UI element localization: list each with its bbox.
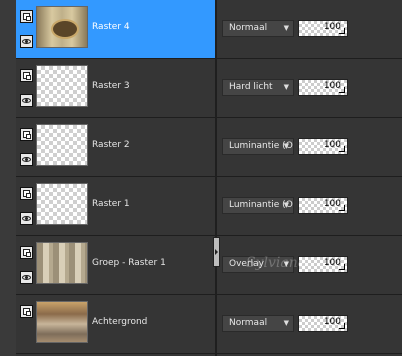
layer-name-area[interactable]: Raster 2 bbox=[16, 118, 216, 176]
layer-properties: Normaal ▼ 100 bbox=[216, 0, 402, 58]
layer-thumbnail bbox=[36, 242, 88, 284]
layer-type-icon bbox=[20, 305, 33, 318]
layer-thumbnail bbox=[36, 6, 88, 48]
layer-name: Achtergrond bbox=[92, 317, 148, 327]
layer-properties: Normaal ▼ 100 bbox=[216, 295, 402, 353]
layer-name-area[interactable]: Groep - Raster 1 bbox=[16, 236, 216, 294]
layer-properties: Luminantie (O) ▼ 100 bbox=[216, 118, 402, 176]
visibility-eye-icon[interactable] bbox=[20, 94, 33, 107]
opacity-value: 100 bbox=[323, 258, 341, 268]
blend-mode-value: Normaal bbox=[229, 318, 268, 328]
opacity-value: 100 bbox=[323, 140, 341, 150]
layer-row-groep-raster-1[interactable]: Groep - Raster 1 Overlay ▼ 100 bbox=[16, 236, 402, 295]
layer-name-area[interactable]: Achtergrond bbox=[16, 295, 216, 353]
layer-properties: Overlay ▼ 100 bbox=[216, 236, 402, 294]
layer-name-area[interactable]: Raster 4 bbox=[16, 0, 216, 58]
layer-type-icon bbox=[20, 128, 33, 141]
blend-mode-value: Normaal bbox=[229, 23, 268, 33]
layer-properties: Luminantie (O) ▼ 100 bbox=[216, 177, 402, 235]
layer-name: Raster 2 bbox=[92, 140, 130, 150]
visibility-eye-icon[interactable] bbox=[20, 153, 33, 166]
layer-thumbnail bbox=[36, 124, 88, 166]
panel-divider[interactable] bbox=[215, 0, 217, 356]
blend-mode-dropdown[interactable]: Luminantie (O) ▼ bbox=[222, 138, 294, 155]
layer-name: Raster 4 bbox=[92, 22, 130, 32]
emblem-icon bbox=[51, 19, 79, 39]
layer-name: Raster 1 bbox=[92, 199, 130, 209]
blend-mode-value: Hard licht bbox=[229, 82, 273, 92]
chevron-down-icon: ▼ bbox=[283, 319, 289, 327]
layer-type-icon bbox=[20, 69, 33, 82]
opacity-field[interactable]: 100 bbox=[298, 20, 348, 37]
layer-name-area[interactable]: Raster 3 bbox=[16, 59, 216, 117]
layer-type-icon bbox=[20, 10, 33, 23]
opacity-value: 100 bbox=[323, 317, 341, 327]
opacity-field[interactable]: 100 bbox=[298, 197, 348, 214]
visibility-eye-icon[interactable] bbox=[20, 35, 33, 48]
layer-name: Raster 3 bbox=[92, 81, 130, 91]
opacity-field[interactable]: 100 bbox=[298, 315, 348, 332]
layer-name-area[interactable]: Raster 1 bbox=[16, 177, 216, 235]
chevron-down-icon: ▼ bbox=[283, 201, 289, 209]
blend-mode-dropdown[interactable]: Hard licht ▼ bbox=[222, 79, 294, 96]
opacity-value: 100 bbox=[323, 22, 341, 32]
blend-mode-dropdown[interactable]: Luminantie (O) ▼ bbox=[222, 197, 294, 214]
opacity-field[interactable]: 100 bbox=[298, 79, 348, 96]
opacity-value: 100 bbox=[323, 199, 341, 209]
watermark-text: Sylviane bbox=[246, 255, 307, 271]
layer-row-raster-4[interactable]: Raster 4 Normaal ▼ 100 bbox=[16, 0, 402, 59]
chevron-down-icon: ▼ bbox=[283, 142, 289, 150]
visibility-eye-icon[interactable] bbox=[20, 271, 33, 284]
layer-row-raster-3[interactable]: Raster 3 Hard licht ▼ 100 bbox=[16, 59, 402, 118]
layer-type-icon bbox=[20, 187, 33, 200]
layer-type-icon bbox=[20, 246, 33, 259]
opacity-value: 100 bbox=[323, 81, 341, 91]
layer-name: Groep - Raster 1 bbox=[92, 258, 166, 268]
opacity-field[interactable]: 100 bbox=[298, 138, 348, 155]
layer-row-raster-1[interactable]: Raster 1 Luminantie (O) ▼ 100 bbox=[16, 177, 402, 236]
chevron-down-icon: ▼ bbox=[283, 24, 289, 32]
chevron-down-icon: ▼ bbox=[283, 83, 289, 91]
layer-thumbnail bbox=[36, 65, 88, 107]
panel-left-strip bbox=[0, 0, 16, 356]
blend-mode-dropdown[interactable]: Normaal ▼ bbox=[222, 20, 294, 37]
layer-row-achtergrond[interactable]: Achtergrond Normaal ▼ 100 bbox=[16, 295, 402, 354]
visibility-eye-icon[interactable] bbox=[20, 212, 33, 225]
blend-mode-dropdown[interactable]: Normaal ▼ bbox=[222, 315, 294, 332]
layer-properties: Hard licht ▼ 100 bbox=[216, 59, 402, 117]
layer-thumbnail bbox=[36, 301, 88, 343]
layer-row-raster-2[interactable]: Raster 2 Luminantie (O) ▼ 100 bbox=[16, 118, 402, 177]
layer-thumbnail bbox=[36, 183, 88, 225]
expand-group-toggle[interactable] bbox=[213, 237, 220, 267]
